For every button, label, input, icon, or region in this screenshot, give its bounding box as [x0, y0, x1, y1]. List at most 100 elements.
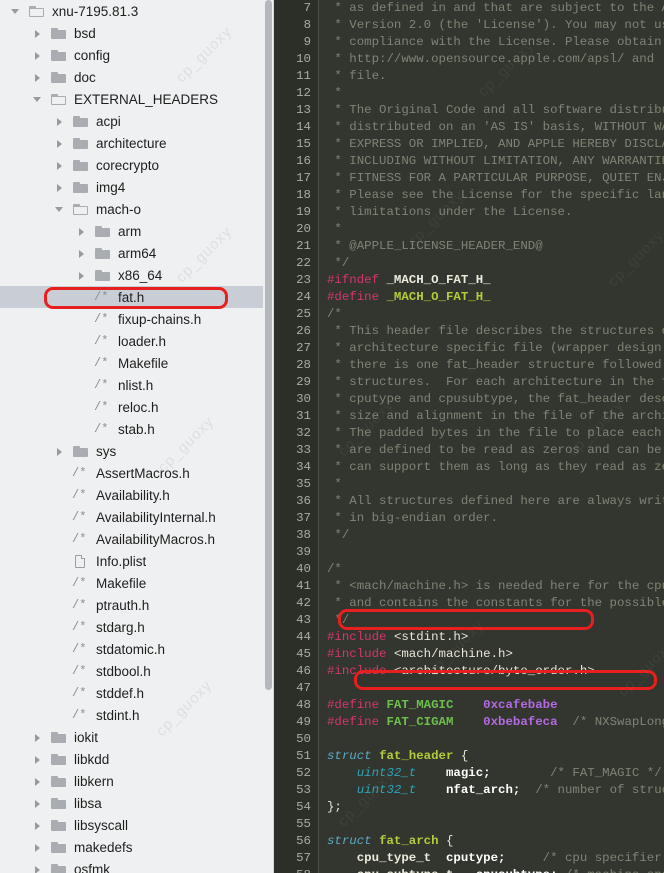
tree-item-availabilityinternal-h[interactable]: /* AvailabilityInternal.h: [0, 506, 274, 528]
code-line[interactable]: 33 * are defined to be read as zeros and…: [274, 442, 664, 459]
code-line[interactable]: 38 */: [274, 527, 664, 544]
chevron-right-icon[interactable]: [32, 819, 44, 831]
tree-item-doc[interactable]: doc: [0, 66, 274, 88]
chevron-right-icon[interactable]: [32, 49, 44, 61]
code-line[interactable]: 23 #ifndef _MACH_O_FAT_H_: [274, 272, 664, 289]
code-line[interactable]: 34 * can support them as long as they re…: [274, 459, 664, 476]
line-text[interactable]: /*: [318, 561, 664, 578]
chevron-right-icon[interactable]: [76, 247, 88, 259]
line-text[interactable]: #include <architecture/byte_order.h>: [318, 663, 664, 680]
tree-item-nlist-h[interactable]: /* nlist.h: [0, 374, 274, 396]
code-line[interactable]: 22 */: [274, 255, 664, 272]
code-line[interactable]: 16 * INCLUDING WITHOUT LIMITATION, ANY W…: [274, 153, 664, 170]
code-line[interactable]: 46 #include <architecture/byte_order.h>: [274, 663, 664, 680]
chevron-right-icon[interactable]: [32, 27, 44, 39]
line-text[interactable]: * and contains the constants for the pos…: [318, 595, 664, 612]
code-line[interactable]: 30 * cputype and cpusubtype, the fat_hea…: [274, 391, 664, 408]
code-line[interactable]: 42 * and contains the constants for the …: [274, 595, 664, 612]
code-line[interactable]: 53 uint32_t nfat_arch; /* number of stru…: [274, 782, 664, 799]
line-text[interactable]: *: [318, 85, 664, 102]
code-editor[interactable]: 7 * as defined in and that are subject t…: [274, 0, 664, 873]
line-text[interactable]: * EXPRESS OR IMPLIED, AND APPLE HEREBY D…: [318, 136, 664, 153]
line-text[interactable]: * can support them as long as they read …: [318, 459, 664, 476]
tree-item-stdint-h[interactable]: /* stdint.h: [0, 704, 274, 726]
code-line[interactable]: 54};: [274, 799, 664, 816]
code-line[interactable]: 32 * The padded bytes in the file to pla…: [274, 425, 664, 442]
line-text[interactable]: * Please see the License for the specifi…: [318, 187, 664, 204]
chevron-right-icon[interactable]: [32, 797, 44, 809]
line-text[interactable]: * limitations under the License.: [318, 204, 664, 221]
tree-item-libsyscall[interactable]: libsyscall: [0, 814, 274, 836]
line-text[interactable]: * cputype and cpusubtype, the fat_header…: [318, 391, 664, 408]
chevron-right-icon[interactable]: [76, 269, 88, 281]
code-line[interactable]: 11 * file.: [274, 68, 664, 85]
chevron-right-icon[interactable]: [54, 445, 66, 457]
code-line[interactable]: 39: [274, 544, 664, 561]
code-line[interactable]: 26 * This header file describes the stru…: [274, 323, 664, 340]
code-line[interactable]: 10 * http://www.opensource.apple.com/aps…: [274, 51, 664, 68]
code-line[interactable]: 57 cpu_type_t cputype; /* cpu specifier: [274, 850, 664, 867]
tree-item-makedefs[interactable]: makedefs: [0, 836, 274, 858]
line-text[interactable]: [318, 544, 664, 561]
chevron-down-icon[interactable]: [32, 93, 44, 105]
chevron-right-icon[interactable]: [32, 731, 44, 743]
code-line[interactable]: 40 /*: [274, 561, 664, 578]
tree-item-libkdd[interactable]: libkdd: [0, 748, 274, 770]
line-text[interactable]: * structures. For each architecture in t…: [318, 374, 664, 391]
tree-item-osfmk[interactable]: osfmk: [0, 858, 274, 873]
tree-item-assertmacros-h[interactable]: /* AssertMacros.h: [0, 462, 274, 484]
code-line[interactable]: 9 * compliance with the License. Please …: [274, 34, 664, 51]
line-text[interactable]: * http://www.opensource.apple.com/apsl/ …: [318, 51, 664, 68]
line-text[interactable]: };: [318, 799, 664, 816]
tree-item-external-headers[interactable]: EXTERNAL_HEADERS: [0, 88, 274, 110]
line-text[interactable]: *: [318, 476, 664, 493]
code-line[interactable]: 7 * as defined in and that are subject t…: [274, 0, 664, 17]
chevron-right-icon[interactable]: [54, 137, 66, 149]
tree-item-stdatomic-h[interactable]: /* stdatomic.h: [0, 638, 274, 660]
tree-item-stddef-h[interactable]: /* stddef.h: [0, 682, 274, 704]
code-line[interactable]: 35 *: [274, 476, 664, 493]
code-line[interactable]: 43 */: [274, 612, 664, 629]
code-line[interactable]: 41 * <mach/machine.h> is needed here for…: [274, 578, 664, 595]
code-line[interactable]: 48 #define FAT_MAGIC 0xcafebabe: [274, 697, 664, 714]
code-line[interactable]: 15 * EXPRESS OR IMPLIED, AND APPLE HEREB…: [274, 136, 664, 153]
code-line[interactable]: 47: [274, 680, 664, 697]
chevron-right-icon[interactable]: [54, 159, 66, 171]
code-line[interactable]: 36 * All structures defined here are alw…: [274, 493, 664, 510]
tree-item-img4[interactable]: img4: [0, 176, 274, 198]
tree-item-iokit[interactable]: iokit: [0, 726, 274, 748]
code-line[interactable]: 50: [274, 731, 664, 748]
chevron-right-icon[interactable]: [32, 863, 44, 873]
line-text[interactable]: struct fat_arch {: [318, 833, 664, 850]
tree-item-bsd[interactable]: bsd: [0, 22, 274, 44]
tree-item-fixup-chains-h[interactable]: /* fixup-chains.h: [0, 308, 274, 330]
line-text[interactable]: *: [318, 221, 664, 238]
tree-item-mach-o[interactable]: mach-o: [0, 198, 274, 220]
tree-item-availability-h[interactable]: /* Availability.h: [0, 484, 274, 506]
tree-item-makefile[interactable]: /* Makefile: [0, 352, 274, 374]
tree-item-acpi[interactable]: acpi: [0, 110, 274, 132]
line-text[interactable]: uint32_t nfat_arch; /* number of struc: [318, 782, 664, 799]
code-line[interactable]: 45 #include <mach/machine.h>: [274, 646, 664, 663]
line-text[interactable]: [318, 680, 664, 697]
line-text[interactable]: cpu_type_t cputype; /* cpu specifier: [318, 850, 664, 867]
code-line[interactable]: 12 *: [274, 85, 664, 102]
code-line[interactable]: 55: [274, 816, 664, 833]
code-line[interactable]: 19 * limitations under the License.: [274, 204, 664, 221]
line-text[interactable]: * The Original Code and all software dis…: [318, 102, 664, 119]
line-text[interactable]: * All structures defined here are always…: [318, 493, 664, 510]
line-text[interactable]: * This header file describes the structu…: [318, 323, 664, 340]
code-line[interactable]: 21 * @APPLE_LICENSE_HEADER_END@: [274, 238, 664, 255]
line-text[interactable]: * compliance with the License. Please ob…: [318, 34, 664, 51]
line-text[interactable]: * INCLUDING WITHOUT LIMITATION, ANY WARR…: [318, 153, 664, 170]
tree-item-xnu-7195-81-3[interactable]: xnu-7195.81.3: [0, 0, 274, 22]
line-text[interactable]: */: [318, 612, 664, 629]
code-line[interactable]: 24 #define _MACH_O_FAT_H_: [274, 289, 664, 306]
line-text[interactable]: [318, 816, 664, 833]
line-text[interactable]: * The padded bytes in the file to place …: [318, 425, 664, 442]
line-text[interactable]: #ifndef _MACH_O_FAT_H_: [318, 272, 664, 289]
code-line[interactable]: 37 * in big-endian order.: [274, 510, 664, 527]
file-tree[interactable]: xnu-7195.81.3 bsd config doc EXTERNAL_HEADER…: [0, 0, 274, 873]
line-text[interactable]: uint32_t magic; /* FAT_MAGIC */: [318, 765, 664, 782]
code-line[interactable]: 13 * The Original Code and all software …: [274, 102, 664, 119]
